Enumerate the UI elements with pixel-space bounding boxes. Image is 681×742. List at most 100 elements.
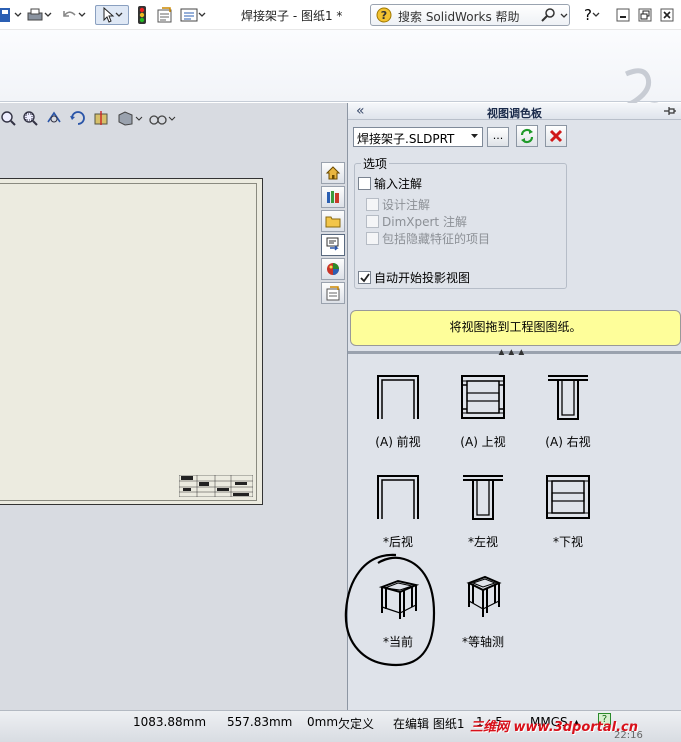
file-properties-icon[interactable] [154,5,176,25]
bottom-view-icon [546,475,590,519]
search-placeholder: 搜索 SolidWorks 帮助 [398,10,520,24]
undo-icon[interactable] [58,5,88,25]
checkbox-box [366,215,379,228]
bottom-view-label: *下视 [552,535,583,549]
back-view-label: *后视 [382,535,413,549]
options-group: 选项 输入注解 设计注解 DimXpert 注解 包括隐藏特征的项目 自动开始投… [354,155,567,289]
solidworks-resources-tab[interactable] [321,162,345,184]
pin-icon[interactable] [663,105,677,117]
zoom-to-area-icon[interactable] [22,110,38,126]
save-icon[interactable] [0,5,22,25]
select-pointer-icon[interactable] [95,5,129,25]
status-definition: 欠定义 [338,717,375,731]
title-block [179,475,253,497]
front-view-label: (A) 前视 [375,435,421,449]
part-file-value: 焊接架子.SLDPRT [357,132,455,146]
back-view-item[interactable]: *后视 [358,473,438,550]
isometric-view-item[interactable]: *等轴测 [443,573,523,650]
hide-show-items-icon[interactable] [148,110,176,126]
close-icon[interactable] [658,5,676,25]
hand-drawn-circle-annotation [344,553,436,667]
left-view-label: *左视 [467,535,498,549]
title-bar: 焊接架子 - 图纸1 * ? 搜索 SolidWorks 帮助 ? [0,0,681,30]
panel-header: « 视图调色板 [348,103,681,120]
section-view-icon[interactable] [93,110,111,126]
system-clock: 22:16 [614,730,643,741]
isometric-view-icon [466,575,502,617]
status-z-coordinate: 0mm [307,715,339,729]
options-icon[interactable] [178,5,208,25]
command-manager [0,30,681,129]
document-title: 焊接架子 - 图纸1 * [241,9,343,23]
checkbox-box-checked[interactable] [358,271,371,284]
refresh-icon [520,128,534,144]
checkbox-box[interactable] [358,177,371,190]
browse-button[interactable]: ... [487,127,509,147]
svg-text:?: ? [381,9,387,22]
isometric-view-label: *等轴测 [461,635,504,649]
auto-start-projected-view-checkbox[interactable]: 自动开始投影视图 [358,269,470,286]
drawing-graphics-area[interactable] [0,103,347,710]
help-question-icon: ? [376,7,392,23]
left-view-item[interactable]: *左视 [443,473,523,550]
heads-up-view-toolbar [0,107,200,129]
design-annotations-label: 设计注解 [382,198,431,212]
help-search-input[interactable]: ? 搜索 SolidWorks 帮助 [370,4,570,26]
drag-hint-message: 将视图拖到工程图图纸。 [350,310,681,346]
left-view-icon [463,475,503,520]
task-pane-tabs [321,162,347,306]
help-menu-icon[interactable]: ? [580,5,604,25]
import-annotations-checkbox[interactable]: 输入注解 [358,175,422,192]
zoom-to-fit-icon[interactable] [0,110,16,126]
rotate-view-icon[interactable] [69,110,87,126]
checkbox-box [366,232,379,245]
restore-icon[interactable] [636,5,654,25]
previous-view-icon[interactable] [45,110,63,126]
design-library-tab[interactable] [321,186,345,208]
refresh-button[interactable] [516,125,538,147]
design-annotations-checkbox: 设计注解 [366,196,430,213]
options-group-label: 选项 [361,155,390,172]
folder-icon [325,216,341,228]
right-view-label: (A) 右视 [545,435,591,449]
sheet-border [0,183,257,501]
design-library-icon [327,191,339,203]
auto-start-projected-view-label: 自动开始投影视图 [374,271,471,285]
display-style-icon[interactable] [117,110,143,126]
hidden-features-checkbox: 包括隐藏特征的项目 [366,230,490,247]
clear-all-button[interactable] [545,125,567,147]
clear-x-icon [549,129,563,143]
chevron-down-icon[interactable] [560,13,568,19]
front-view-item[interactable]: (A) 前视 [358,373,438,450]
top-view-label: (A) 上视 [460,435,506,449]
bottom-view-item[interactable]: *下视 [528,473,608,550]
status-y-coordinate: 557.83mm [227,715,293,729]
appearance-sphere-icon [327,263,339,275]
part-file-select[interactable]: 焊接架子.SLDPRT [353,127,483,147]
rebuild-traffic-light-icon[interactable] [134,5,150,25]
status-x-coordinate: 1083.88mm [133,715,207,729]
right-view-icon [548,375,588,420]
top-view-icon [461,375,505,419]
view-palette-panel: « 视图调色板 焊接架子.SLDPRT ... 选项 输入注解 设计注解 Dim… [344,103,681,710]
panel-title: 视图调色板 [487,107,542,120]
status-editing: 在编辑 图纸1 [393,717,465,731]
minimize-icon[interactable] [614,5,632,25]
chevron-down-icon [471,134,478,138]
top-view-item[interactable]: (A) 上视 [443,373,523,450]
back-view-icon [377,475,419,519]
appearances-tab[interactable] [321,258,345,280]
view-palette-tab[interactable] [321,234,345,256]
drawing-sheet[interactable] [0,178,263,505]
custom-properties-tab[interactable] [321,282,345,304]
file-explorer-tab[interactable] [321,210,345,232]
custom-properties-icon [326,286,340,301]
checkmark-icon [359,272,370,282]
watermark: 三维网 www.3dportal.cn [470,720,639,735]
search-icon[interactable] [541,8,557,22]
dimxpert-annotations-label: DimXpert 注解 [382,215,467,229]
right-view-item[interactable]: (A) 右视 [528,373,608,450]
print-icon[interactable] [24,5,54,25]
view-palette-icon [326,237,339,251]
dimxpert-annotations-checkbox: DimXpert 注解 [366,213,467,230]
